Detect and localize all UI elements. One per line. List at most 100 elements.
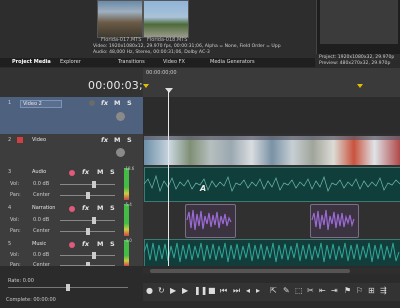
video-preview-screen xyxy=(320,0,398,44)
track-fx-button[interactable]: fx xyxy=(101,136,108,144)
mute-button[interactable]: M xyxy=(97,204,103,212)
media-thumbnail-1[interactable] xyxy=(97,0,143,38)
trim-end-icon[interactable]: ⇥ xyxy=(331,286,338,295)
pan-label: Pan: xyxy=(10,228,21,234)
track-fx-button[interactable]: fx xyxy=(82,240,89,248)
playhead-marker-icon[interactable] xyxy=(165,88,173,93)
record-arm-icon[interactable] xyxy=(69,206,75,212)
record-arm-icon[interactable] xyxy=(89,100,95,106)
track-number: 5 xyxy=(8,241,12,247)
tab-video-fx[interactable]: Video FX xyxy=(163,59,185,65)
play-from-start-icon[interactable]: ▶ xyxy=(170,286,176,295)
audio-waveform xyxy=(144,174,400,193)
meter-peak-value: -5.4 xyxy=(124,202,132,207)
music-waveform xyxy=(144,242,400,263)
selection-edit-tool-icon[interactable]: ⬚ xyxy=(295,286,303,295)
volume-label: Vol: xyxy=(10,217,20,223)
loop-playback-icon[interactable]: ↻ xyxy=(158,286,165,295)
loop-start-marker-icon[interactable] xyxy=(143,84,149,88)
preview-info: Project: 1920x1080x32, 29.970p Preview: … xyxy=(319,55,394,67)
play-icon[interactable]: ▶ xyxy=(182,286,188,295)
mute-button[interactable]: M xyxy=(114,136,120,144)
track-name[interactable]: Music xyxy=(32,241,46,247)
marker-icon[interactable]: ⚑ xyxy=(344,286,351,295)
go-to-start-icon[interactable]: ⏮ xyxy=(220,286,227,296)
volume-slider-handle[interactable] xyxy=(92,217,96,224)
track-number: 2 xyxy=(8,137,12,143)
volume-slider-handle[interactable] xyxy=(92,181,96,188)
track-number: 4 xyxy=(8,205,12,211)
next-frame-icon[interactable]: ▸ xyxy=(256,286,260,295)
mute-button[interactable]: M xyxy=(97,168,103,176)
meter-peak-value: -4.0 xyxy=(124,238,132,243)
tab-transitions[interactable]: Transitions xyxy=(118,59,145,65)
volume-slider[interactable] xyxy=(60,220,115,221)
timeline-ruler[interactable] xyxy=(143,68,400,98)
pan-slider-handle[interactable] xyxy=(86,192,90,199)
volume-slider-handle[interactable] xyxy=(92,252,96,259)
track-fx-button[interactable]: fx xyxy=(101,99,108,107)
tab-media-generators[interactable]: Media Generators xyxy=(210,59,255,65)
solo-button[interactable]: S xyxy=(127,136,132,144)
track-number: 3 xyxy=(8,169,12,175)
pan-slider-handle[interactable] xyxy=(86,228,90,235)
loop-end-marker-icon[interactable] xyxy=(357,84,363,88)
trim-start-icon[interactable]: ⇤ xyxy=(319,286,326,295)
envelope-edit-tool-icon[interactable]: ✎ xyxy=(283,286,290,295)
ruler-start-time: 00:00:00;00 xyxy=(146,70,177,76)
video-clip-thumbnails[interactable] xyxy=(144,136,400,165)
solo-button[interactable]: S xyxy=(110,240,115,248)
level-meter xyxy=(124,168,129,200)
pan-value: Center xyxy=(33,228,50,234)
track-name[interactable]: Video 2 xyxy=(20,100,62,108)
video-clip-header[interactable] xyxy=(144,136,400,140)
previous-frame-icon[interactable]: ◂ xyxy=(246,286,250,295)
tab-explorer[interactable]: Explorer xyxy=(60,59,81,65)
track-lane-narration[interactable] xyxy=(143,202,400,239)
split-icon[interactable]: ✂ xyxy=(307,286,314,295)
mute-button[interactable]: M xyxy=(97,240,103,248)
track-name[interactable]: Video xyxy=(32,137,46,143)
track-name[interactable]: Audio xyxy=(32,169,46,175)
solo-button[interactable]: S xyxy=(110,204,115,212)
timeline-scrollbar-thumb[interactable] xyxy=(150,269,350,273)
track-fx-button[interactable]: fx xyxy=(82,168,89,176)
playhead-line[interactable] xyxy=(168,90,169,284)
auto-ripple-icon[interactable]: ⇶ xyxy=(380,286,387,295)
media-thumbnail-2[interactable] xyxy=(143,0,189,38)
narration-waveform-2 xyxy=(311,209,355,231)
volume-slider[interactable] xyxy=(60,184,115,185)
compositing-mode-icon[interactable] xyxy=(116,148,125,157)
go-to-end-icon[interactable]: ⏭ xyxy=(233,286,240,296)
media-info-audio: Audio: 48,000 Hz, Stereo, 00:00:31;06, D… xyxy=(93,50,210,55)
volume-label: Vol: xyxy=(10,252,20,258)
tab-project-media[interactable]: Project Media xyxy=(12,59,51,65)
volume-label: Vol: xyxy=(10,181,20,187)
snapping-icon[interactable]: ⊞ xyxy=(368,286,375,295)
track-number: 1 xyxy=(8,100,12,106)
volume-slider[interactable] xyxy=(60,255,115,256)
record-icon[interactable]: ● xyxy=(146,286,153,295)
meter-peak-value: -18.6 xyxy=(124,166,135,171)
record-arm-icon[interactable] xyxy=(69,170,75,176)
compositing-mode-icon[interactable] xyxy=(116,112,125,121)
audio-envelope-marker: A xyxy=(200,184,207,193)
volume-value: 0.0 dB xyxy=(33,181,50,187)
playback-rate: Rate: 0.00 xyxy=(8,278,34,284)
region-icon[interactable]: ⚐ xyxy=(356,286,363,295)
media-info: Video: 1920x1080x12, 29.970 fps, 00:00:3… xyxy=(93,44,281,56)
stop-icon[interactable]: ■ xyxy=(208,286,216,295)
track-fx-button[interactable]: fx xyxy=(82,204,89,212)
record-arm-icon[interactable] xyxy=(69,242,75,248)
narration-waveform-1 xyxy=(186,209,232,231)
normal-edit-tool-icon[interactable]: ⇱ xyxy=(270,286,277,295)
track-name[interactable]: Narration xyxy=(32,205,55,211)
rate-slider-handle[interactable] xyxy=(66,284,70,291)
pause-icon[interactable]: ❚❚ xyxy=(194,286,207,295)
mute-button[interactable]: M xyxy=(114,99,120,107)
track-lane-video-2[interactable] xyxy=(143,97,400,135)
level-meter xyxy=(124,204,129,236)
solo-button[interactable]: S xyxy=(127,99,132,107)
level-meter xyxy=(124,240,129,266)
solo-button[interactable]: S xyxy=(110,168,115,176)
